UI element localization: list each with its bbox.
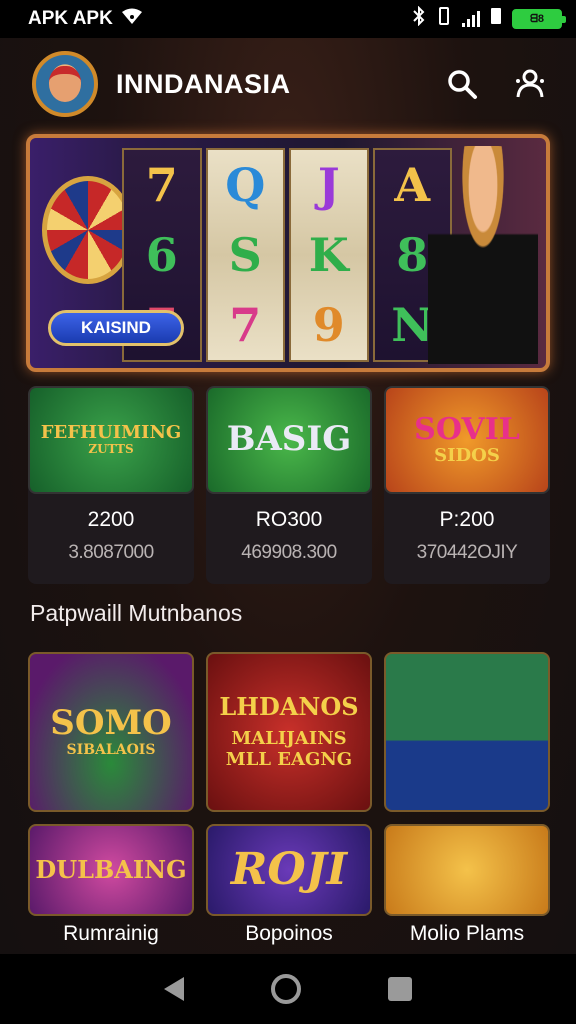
game-art-title: FEFHUIMING <box>40 421 182 443</box>
game-tile-subtitle: SIBALAOIS <box>66 741 156 758</box>
battery-icon: ᗺ8 <box>512 9 566 29</box>
game-thumbnail: BASIG <box>206 386 372 494</box>
reel-symbol: J <box>317 158 340 212</box>
reel-symbol: 8 <box>396 228 429 282</box>
game-tile[interactable]: DULBAING <box>28 824 194 916</box>
signal-icon <box>462 11 480 27</box>
back-icon[interactable] <box>163 977 184 1001</box>
home-icon[interactable] <box>270 974 301 1004</box>
hero-play-button[interactable]: KAISIND <box>48 310 184 346</box>
game-subtext: 370442OJIY <box>416 542 518 563</box>
featured-card[interactable]: FEFHUIMING ZUTTS 2200 3.8087000 <box>28 386 194 584</box>
reel-symbol: S <box>228 228 262 282</box>
game-art-title: BASIG <box>226 419 352 460</box>
game-subtext: 469908.300 <box>241 542 337 563</box>
game-tile[interactable]: ROJI <box>206 824 372 916</box>
game-thumbnail: FEFHUIMING ZUTTS <box>28 386 194 494</box>
hero-character-image <box>428 146 538 364</box>
game-art-subtitle: ZUTTS <box>88 442 134 457</box>
featured-card[interactable]: BASIG RO300 469908.300 <box>206 386 372 584</box>
featured-card[interactable]: SOVIL SIDOS P:200 370442OJIY <box>384 386 550 584</box>
game-label[interactable]: Bopoinos <box>206 922 372 946</box>
app-header: INNDANASIA <box>0 38 576 130</box>
reel-symbol: 7 <box>229 298 262 352</box>
game-grid: SOMO SIBALAOIS LHDANOS MALIJAINS MLL EAG… <box>28 652 550 812</box>
reel-symbol: K <box>308 228 349 282</box>
game-art-subtitle: SIDOS <box>434 445 500 467</box>
bluetooth-icon <box>412 5 426 32</box>
game-tile[interactable]: LHDANOS MALIJAINS MLL EAGNG <box>206 652 372 812</box>
reel-symbol: N <box>391 298 434 352</box>
hero-banner[interactable]: 7 6 7 Q S 7 J K 9 A 8 N KAISIND <box>26 134 550 372</box>
game-tile[interactable] <box>384 824 550 916</box>
slot-reel: J K 9 <box>289 148 369 362</box>
game-grid-row-2: DULBAING ROJI <box>28 824 550 916</box>
avatar[interactable] <box>32 51 98 117</box>
game-tile-title: ROJI <box>230 843 348 895</box>
search-button[interactable] <box>442 64 482 104</box>
featured-games: FEFHUIMING ZUTTS 2200 3.8087000 BASIG RO… <box>28 386 550 584</box>
profile-menu-button[interactable] <box>510 64 550 104</box>
game-tile-title: SOMO <box>50 703 172 744</box>
game-tile-subtitle: MALIJAINS MLL EAGNG <box>225 727 353 770</box>
game-label[interactable]: Molio Plams <box>384 922 550 946</box>
game-tile-title: LHDANOS <box>219 692 359 722</box>
page-title: INNDANASIA <box>116 68 291 99</box>
game-tile[interactable] <box>384 652 550 812</box>
section-title: Patpwaill Mutnbanos <box>30 600 243 626</box>
game-price: 2200 <box>87 508 135 531</box>
carrier-label: APK APK <box>28 8 113 29</box>
status-bar: APK APK ᗺ8 <box>0 0 576 38</box>
game-subtext: 3.8087000 <box>68 542 154 563</box>
game-thumbnail: SOVIL SIDOS <box>384 386 550 494</box>
slot-reel: Q S 7 <box>205 148 285 362</box>
reel-symbol: 9 <box>312 298 345 352</box>
reel-symbol: A <box>394 158 431 212</box>
game-art-title: SOVIL <box>414 411 520 447</box>
game-labels: Rumrainig Bopoinos Molio Plams <box>28 922 550 946</box>
system-nav-bar <box>0 954 576 1024</box>
battery-label: ᗺ8 <box>529 12 545 25</box>
user-settings-icon <box>516 69 544 98</box>
reel-symbol: 6 <box>145 228 178 282</box>
game-price: RO300 <box>255 508 323 531</box>
reel-symbol: 7 <box>145 158 178 212</box>
game-label[interactable]: Rumrainig <box>28 922 194 946</box>
avatar-face-icon <box>49 66 81 102</box>
reel-symbol: Q <box>225 158 266 212</box>
sim-icon <box>490 7 502 31</box>
vibrate-icon <box>436 6 452 32</box>
roulette-wheel-icon <box>42 176 134 284</box>
game-tile-title: DULBAING <box>35 855 187 885</box>
search-icon <box>448 70 477 99</box>
game-tile[interactable]: SOMO SIBALAOIS <box>28 652 194 812</box>
game-price: P:200 <box>439 508 495 531</box>
wifi-icon <box>121 7 143 31</box>
recent-apps-icon[interactable] <box>388 977 413 1001</box>
